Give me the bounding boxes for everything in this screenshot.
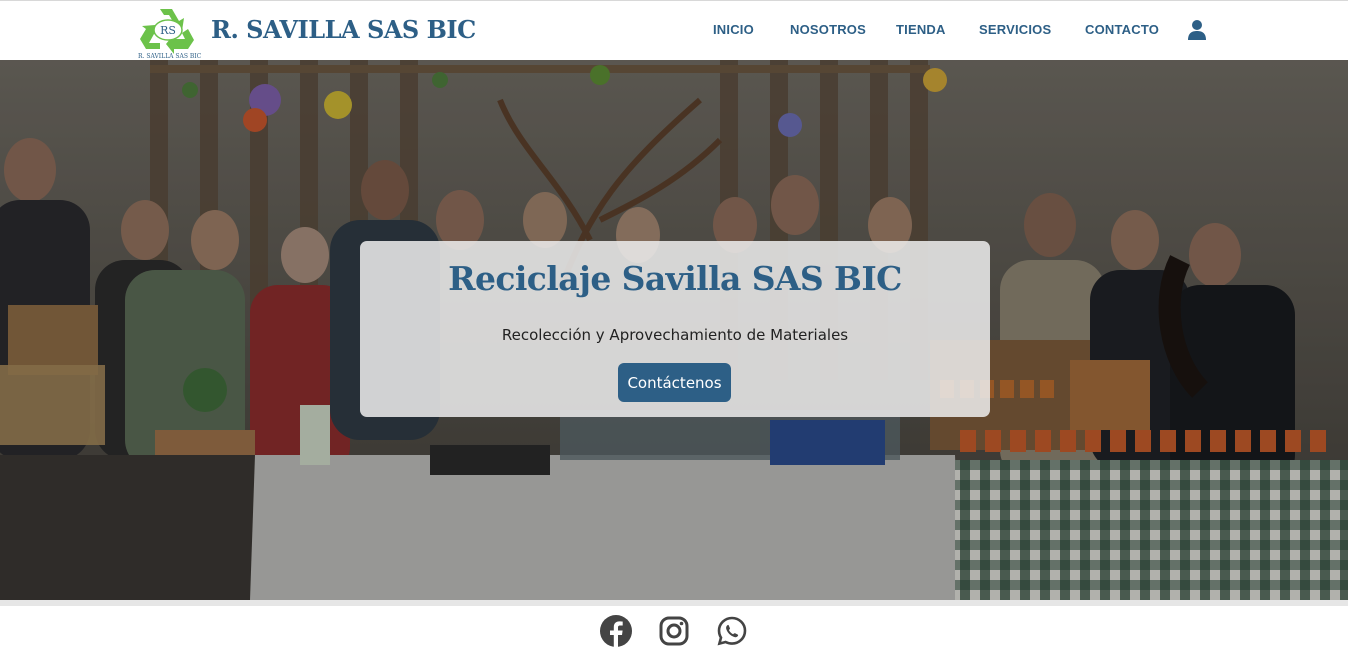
hero-section: Reciclaje Savilla SAS BIC Recolección y … xyxy=(0,60,1348,600)
instagram-link[interactable] xyxy=(657,614,691,648)
nav-nosotros[interactable]: NOSOTROS xyxy=(790,22,866,37)
logo-letters: RS xyxy=(160,24,176,37)
hero-subtitle: Recolección y Aprovechamiento de Materia… xyxy=(501,326,849,344)
recycle-logo[interactable]: RS R. SAVILLA SAS BIC xyxy=(138,3,202,61)
nav-tienda[interactable]: TIENDA xyxy=(896,22,946,37)
instagram-icon xyxy=(659,616,689,646)
site-header: RS R. SAVILLA SAS BIC R. SAVILLA SAS BIC… xyxy=(0,0,1348,60)
facebook-icon xyxy=(600,615,632,648)
brand-name[interactable]: R. SAVILLA SAS BIC xyxy=(211,15,476,44)
hero-title: Reciclaje Savilla SAS BIC xyxy=(448,259,902,298)
user-account-button[interactable] xyxy=(1186,19,1208,41)
whatsapp-link[interactable] xyxy=(715,614,749,648)
user-icon xyxy=(1188,20,1206,40)
site-footer xyxy=(0,600,1348,654)
whatsapp-icon xyxy=(717,616,747,646)
hero-card: Reciclaje Savilla SAS BIC Recolección y … xyxy=(360,241,990,417)
logo-caption: R. SAVILLA SAS BIC xyxy=(138,53,202,60)
nav-servicios[interactable]: SERVICIOS xyxy=(979,22,1051,37)
facebook-link[interactable] xyxy=(599,614,633,648)
nav-inicio[interactable]: INICIO xyxy=(713,22,754,37)
recycle-icon: RS xyxy=(140,9,194,54)
nav-contacto[interactable]: CONTACTO xyxy=(1085,22,1159,37)
contact-button[interactable]: Contáctenos xyxy=(618,363,731,402)
